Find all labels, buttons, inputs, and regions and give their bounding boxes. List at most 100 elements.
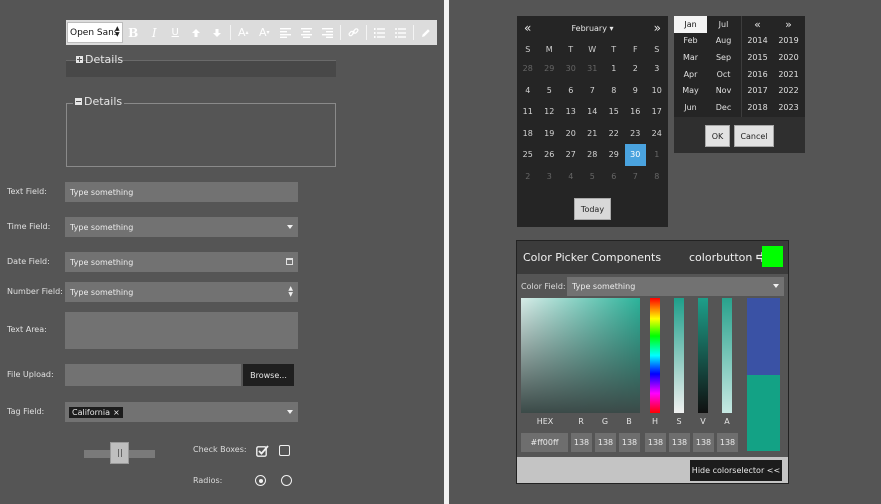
browse-button[interactable]: Browse...	[243, 364, 294, 386]
day-cell[interactable]: 30	[560, 58, 582, 80]
day-cell[interactable]: 8	[646, 166, 668, 188]
today-button[interactable]: Today	[574, 198, 611, 220]
h-input[interactable]: 138	[645, 433, 666, 452]
prev-years-button[interactable]: «	[741, 16, 774, 33]
day-cell[interactable]: 24	[646, 123, 668, 145]
bold-button[interactable]: B	[123, 22, 144, 43]
day-cell[interactable]: 29	[603, 144, 625, 166]
superscript-button[interactable]	[186, 22, 207, 43]
day-cell[interactable]: 4	[560, 166, 582, 188]
month-cell[interactable]: May	[674, 82, 707, 99]
details-fieldset-collapsed[interactable]: Details	[66, 53, 336, 77]
day-cell[interactable]: 10	[646, 80, 668, 102]
day-cell[interactable]: 11	[517, 101, 539, 123]
day-cell[interactable]: 14	[582, 101, 604, 123]
day-cell[interactable]: 18	[517, 123, 539, 145]
month-cell[interactable]: Jul	[707, 16, 740, 33]
day-cell[interactable]: 31	[582, 58, 604, 80]
alpha-slider[interactable]	[722, 298, 732, 413]
year-cell[interactable]: 2016	[741, 66, 774, 83]
year-cell[interactable]: 2014	[741, 33, 774, 50]
day-cell[interactable]: 21	[582, 123, 604, 145]
day-cell[interactable]: 15	[603, 101, 625, 123]
day-cell[interactable]: 1	[646, 144, 668, 166]
year-cell[interactable]: 2017	[741, 82, 774, 99]
day-cell[interactable]: 29	[539, 58, 561, 80]
day-cell-selected[interactable]: 30	[624, 144, 646, 166]
month-cell[interactable]: Mar	[674, 49, 707, 66]
remove-tag-icon[interactable]: ×	[113, 408, 120, 417]
align-left-button[interactable]	[275, 22, 296, 43]
edit-button[interactable]	[416, 22, 437, 43]
next-years-button[interactable]: »	[772, 16, 805, 33]
tag-field-input[interactable]: California ×	[65, 402, 298, 422]
hide-colorselector-button[interactable]: Hide colorselector <<	[690, 460, 782, 481]
subscript-button[interactable]	[207, 22, 228, 43]
month-cell[interactable]: Nov	[707, 82, 740, 99]
time-field-select[interactable]: Type something	[65, 217, 298, 237]
month-cell[interactable]: Dec	[707, 99, 740, 116]
italic-button[interactable]: I	[144, 22, 165, 43]
shrink-font-button[interactable]: A ▾	[254, 22, 275, 43]
color-field-select[interactable]: Type something	[567, 277, 784, 296]
checkbox-checked[interactable]	[256, 444, 269, 457]
b-input[interactable]: 138	[619, 433, 640, 452]
saturation-value-area[interactable]	[521, 298, 640, 413]
day-cell[interactable]: 8	[603, 80, 625, 102]
a-input[interactable]: 138	[717, 433, 738, 452]
year-cell[interactable]: 2015	[741, 49, 774, 66]
day-cell[interactable]: 25	[517, 144, 539, 166]
day-cell[interactable]: 16	[625, 101, 647, 123]
day-cell[interactable]: 2	[517, 166, 539, 188]
day-cell[interactable]: 1	[603, 58, 625, 80]
day-cell[interactable]: 7	[625, 166, 647, 188]
slider-handle[interactable]	[110, 442, 129, 464]
day-cell[interactable]: 26	[539, 144, 561, 166]
day-cell[interactable]: 12	[539, 101, 561, 123]
month-cell[interactable]: Feb	[674, 33, 707, 50]
next-month-button[interactable]: »	[654, 21, 661, 35]
hex-input[interactable]: #ff00ff	[521, 433, 568, 452]
day-cell[interactable]: 7	[582, 80, 604, 102]
day-cell[interactable]: 13	[560, 101, 582, 123]
file-upload-input[interactable]	[65, 364, 241, 386]
value-slider[interactable]	[698, 298, 708, 413]
month-cell[interactable]: Sep	[707, 49, 740, 66]
day-cell[interactable]: 19	[539, 123, 561, 145]
number-field-input[interactable]: Type something ▲ ▼	[65, 282, 298, 302]
underline-button[interactable]: U	[165, 22, 186, 43]
cancel-button[interactable]: Cancel	[734, 125, 774, 147]
month-cell[interactable]: Jan	[674, 16, 707, 33]
month-cell[interactable]: Jun	[674, 99, 707, 116]
day-cell[interactable]: 6	[560, 80, 582, 102]
hue-slider[interactable]	[650, 298, 660, 413]
unordered-list-button[interactable]	[390, 22, 411, 43]
day-cell[interactable]: 2	[625, 58, 647, 80]
day-cell[interactable]: 17	[646, 101, 668, 123]
s-input[interactable]: 138	[669, 433, 690, 452]
month-cell[interactable]: Aug	[707, 33, 740, 50]
link-button[interactable]	[343, 22, 364, 43]
colorbutton-label[interactable]: colorbutton	[689, 251, 768, 264]
year-cell[interactable]: 2019	[772, 33, 805, 50]
day-cell[interactable]: 3	[539, 166, 561, 188]
text-field-input[interactable]: Type something	[65, 182, 298, 202]
colorbutton-swatch[interactable]	[762, 246, 783, 267]
ok-button[interactable]: OK	[705, 125, 730, 147]
year-cell[interactable]: 2023	[772, 99, 805, 116]
number-spinner-icon[interactable]: ▲ ▼	[288, 286, 293, 298]
day-cell[interactable]: 3	[646, 58, 668, 80]
checkbox-unchecked[interactable]	[279, 445, 290, 456]
grow-font-button[interactable]: A ▴	[233, 22, 254, 43]
ordered-list-button[interactable]	[369, 22, 390, 43]
v-input[interactable]: 138	[693, 433, 714, 452]
day-cell[interactable]: 4	[517, 80, 539, 102]
year-cell[interactable]: 2022	[772, 82, 805, 99]
day-cell[interactable]: 28	[582, 144, 604, 166]
day-cell[interactable]: 20	[560, 123, 582, 145]
day-cell[interactable]: 28	[517, 58, 539, 80]
text-area-input[interactable]	[65, 312, 298, 349]
day-cell[interactable]: 5	[582, 166, 604, 188]
g-input[interactable]: 138	[595, 433, 616, 452]
day-cell[interactable]: 9	[625, 80, 647, 102]
